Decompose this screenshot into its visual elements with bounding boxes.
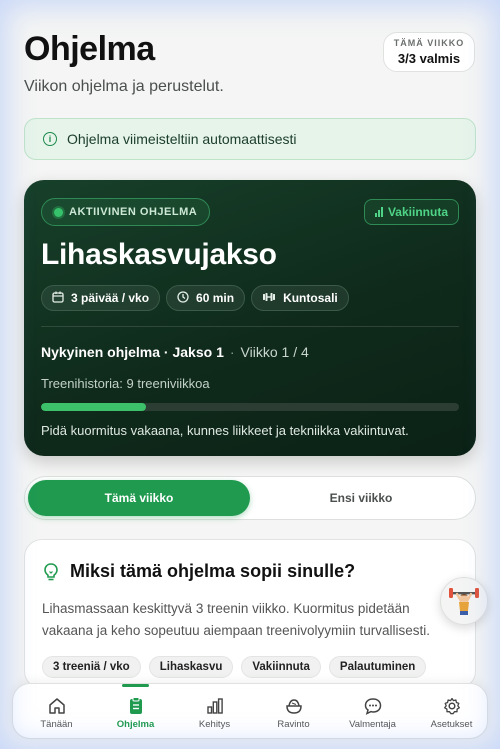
program-page: Ohjelma Viikon ohjelma ja perustelut. TÄ…	[0, 0, 500, 749]
page-title: Ohjelma	[24, 30, 155, 68]
week-tabs: Tämä viikko Ensi viikko	[24, 476, 476, 520]
stabilize-button[interactable]: Vakiinnuta	[363, 199, 459, 225]
nav-label-progress: Kehitys	[198, 719, 231, 730]
weightlifter-avatar-icon	[449, 588, 479, 615]
info-icon: i	[43, 132, 57, 146]
auto-finalized-banner: i Ohjelma viimeisteltiin automaattisesti	[24, 118, 476, 160]
days-per-week-chip: 3 päivää / vko	[41, 285, 161, 311]
tag-stabilize: Vakiinnuta	[241, 656, 321, 678]
banner-text: Ohjelma viimeisteltiin automaattisesti	[67, 131, 297, 147]
week-status-label: TÄMÄ VIIKKO	[393, 38, 465, 48]
reason-title: Miksi tämä ohjelma sopii sinulle?	[70, 561, 356, 581]
active-program-badge-label: AKTIIVINEN OHJELMA	[69, 206, 198, 218]
clock-icon	[177, 290, 189, 306]
coach-avatar-button[interactable]	[440, 577, 488, 625]
days-per-week-label: 3 päivää / vko	[71, 291, 150, 305]
active-tab-indicator	[122, 684, 149, 687]
current-program-line: Nykyinen ohjelma · Jakso 1 · Viikko 1 / 4	[41, 344, 309, 360]
active-program-card: AKTIIVINEN OHJELMA Vakiinnuta Lihaskasvu…	[24, 180, 476, 456]
program-note: Pidä kuormitus vakaana, kunnes liikkeet …	[41, 423, 409, 438]
nav-item-coach[interactable]: Valmentaja	[333, 684, 412, 740]
nav-label-settings: Asetukset	[430, 719, 473, 730]
duration-label: 60 min	[196, 291, 235, 305]
tag-recovery: Palautuminen	[328, 656, 427, 678]
program-progress-fill	[41, 403, 146, 411]
nav-item-today[interactable]: Tänään	[17, 684, 96, 740]
nav-label-today: Tänään	[40, 719, 73, 730]
home-icon	[17, 696, 96, 716]
bar-chart-icon	[374, 207, 383, 217]
nav-item-nutrition[interactable]: Ravinto	[254, 684, 333, 740]
nav-label-program: Ohjelma	[116, 719, 155, 730]
nav-item-program[interactable]: Ohjelma	[96, 684, 175, 740]
nav-label-nutrition: Ravinto	[277, 719, 310, 730]
gear-icon	[412, 696, 491, 716]
reason-body: Lihasmassaan keskittyvä 3 treenin viikko…	[42, 601, 430, 638]
tag-sessions: 3 treeniä / vko	[42, 656, 141, 678]
card-divider	[41, 326, 459, 327]
page-subtitle: Viikon ohjelma ja perustelut.	[24, 78, 224, 95]
nav-item-settings[interactable]: Asetukset	[412, 684, 491, 740]
bottom-nav: Tänään Ohjelma Kehitys Ravinto Valmentaj…	[12, 683, 488, 739]
calendar-icon	[52, 291, 64, 306]
bar-chart-icon	[175, 696, 254, 716]
week-status-value: 3/3 valmis	[397, 51, 461, 66]
clipboard-icon	[96, 696, 175, 716]
chat-bubble-icon	[333, 696, 412, 716]
training-history: Treenihistoria: 9 treeniviikkoa	[41, 376, 210, 391]
tag-hypertrophy: Lihaskasvu	[148, 656, 234, 678]
program-reason-card: Miksi tämä ohjelma sopii sinulle? Lihasm…	[24, 539, 476, 689]
nav-item-progress[interactable]: Kehitys	[175, 684, 254, 740]
separator: ·	[229, 344, 235, 360]
location-chip: Kuntosali	[251, 285, 349, 311]
tab-this-week[interactable]: Tämä viikko	[28, 480, 250, 516]
tab-next-week[interactable]: Ensi viikko	[250, 480, 472, 516]
program-progress-bar	[41, 403, 459, 411]
duration-chip: 60 min	[166, 285, 246, 311]
lightbulb-icon	[42, 562, 60, 582]
location-label: Kuntosali	[283, 291, 338, 305]
active-program-badge: AKTIIVINEN OHJELMA	[41, 198, 211, 226]
reason-tags: 3 treeniä / vko Lihaskasvu Vakiinnuta Pa…	[42, 656, 427, 678]
food-bowl-icon	[254, 696, 333, 716]
stabilize-button-label: Vakiinnuta	[387, 205, 448, 219]
program-title: Lihaskasvujakso	[41, 238, 277, 271]
current-program-label: Nykyinen ohjelma · Jakso 1	[41, 344, 224, 360]
week-status-badge: TÄMÄ VIIKKO 3/3 valmis	[383, 32, 475, 72]
active-dot-icon	[54, 207, 63, 217]
nav-label-coach: Valmentaja	[349, 719, 396, 730]
dumbbell-icon	[262, 291, 276, 306]
program-chips: 3 päivää / vko 60 min Kuntosali	[41, 285, 349, 311]
week-progress-text: Viikko 1 / 4	[240, 344, 309, 360]
